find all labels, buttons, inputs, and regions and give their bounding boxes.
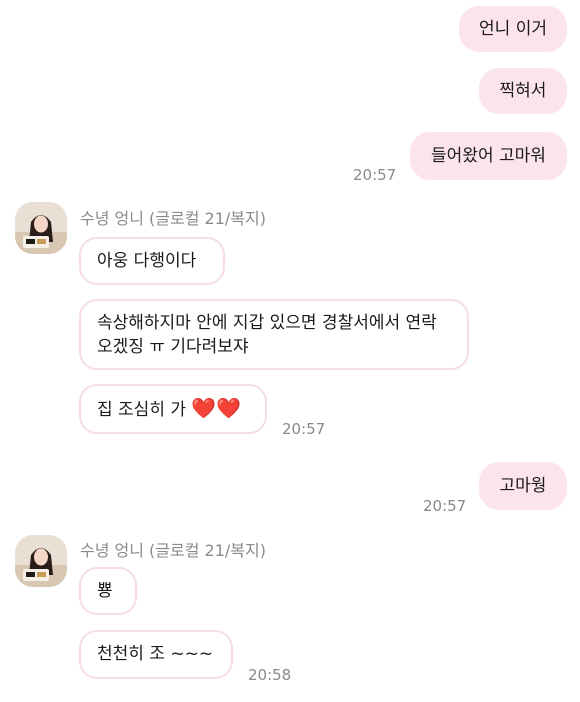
avatar[interactable] <box>15 535 67 587</box>
outgoing-message[interactable]: 언니 이거 <box>459 6 567 52</box>
incoming-message[interactable]: 속상해하지마 안에 지갑 있으면 경찰서에서 연락 오겠징 ㅠ 기다려보쟈 <box>79 299 469 370</box>
message-timestamp: 20:57 <box>423 497 467 515</box>
outgoing-message[interactable]: 고마웡 <box>479 462 567 510</box>
avatar[interactable] <box>15 202 67 254</box>
profile-photo-icon <box>15 202 67 254</box>
incoming-message[interactable]: 뿅 <box>79 567 137 615</box>
message-text: 찍혀서 <box>499 81 547 101</box>
heart-emoji-icon: ❤️❤️ <box>191 396 242 420</box>
message-text: 천천히 조 ~~~ <box>97 644 214 664</box>
sender-name: 수녕 엉니 (글로컬 21/복지) <box>80 541 266 560</box>
message-text: 들어왔어 고마워 <box>431 146 546 166</box>
outgoing-message[interactable]: 찍혀서 <box>479 68 567 114</box>
outgoing-message[interactable]: 들어왔어 고마워 <box>410 132 567 180</box>
message-text: 뿅 <box>97 581 113 601</box>
incoming-message[interactable]: 천천히 조 ~~~ <box>79 630 233 679</box>
message-timestamp: 20:57 <box>353 166 397 184</box>
incoming-message[interactable]: 아웅 다행이다 <box>79 237 225 285</box>
message-timestamp: 20:57 <box>282 420 326 438</box>
profile-photo-icon <box>15 535 67 587</box>
incoming-message[interactable]: 집 조심히 가 ❤️❤️ <box>79 384 267 434</box>
message-text: 아웅 다행이다 <box>97 251 197 271</box>
message-text: 집 조심히 가 <box>97 400 187 420</box>
message-text-line: 속상해하지마 안에 지갑 있으면 경찰서에서 연락 <box>97 313 437 333</box>
message-text: 고마웡 <box>499 476 547 496</box>
message-timestamp: 20:58 <box>248 666 292 684</box>
message-text-line: 오겠징 ㅠ 기다려보쟈 <box>97 337 249 357</box>
message-text: 언니 이거 <box>479 19 547 39</box>
sender-name: 수녕 엉니 (글로컬 21/복지) <box>80 209 266 228</box>
